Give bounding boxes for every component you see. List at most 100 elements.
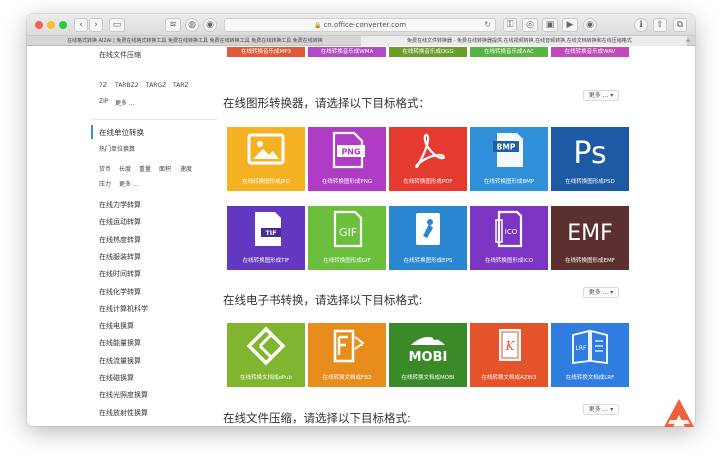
svg-text:Ps: Ps [573, 136, 606, 171]
sidebar-archive-targz[interactable]: TARGZ [146, 82, 166, 89]
svg-text:TIF: TIF [265, 229, 276, 237]
toolbar-ext-4[interactable]: ◉ [583, 18, 597, 32]
tif-convert-tile[interactable]: TIF 在线转换图形成TIF [227, 206, 305, 270]
mobi-ebook-tile[interactable]: MOBI 在线转换文档成MOBI [389, 323, 467, 387]
new-tab-icon[interactable]: + [685, 36, 691, 46]
reader-button[interactable]: ≋ [165, 18, 181, 32]
sidebar-archive-title[interactable]: 在线文件压缩 [99, 50, 141, 60]
tabs-overview-button[interactable]: ⧉ [673, 18, 687, 32]
audio-convert-tile[interactable]: 在线转换音乐成WAV [551, 47, 629, 57]
ico-file-icon: ICO [495, 210, 523, 248]
sidebar-category-item[interactable]: 在线流量换算 [99, 356, 141, 366]
audio-convert-tile[interactable]: 在线转换音乐成MP3 [227, 47, 305, 57]
sidebar-category-item[interactable]: 在线热度转算 [99, 235, 141, 245]
sidebar-toggle-button[interactable]: ▭ [109, 18, 125, 32]
sidebar-category-item[interactable]: 在线时间转算 [99, 269, 141, 279]
tile-caption: 在线转换文档成AZW3 [481, 375, 537, 381]
back-button[interactable]: ‹ [74, 18, 88, 32]
share-icon: ⇧ [656, 20, 664, 30]
eps-convert-tile[interactable]: 在线转换图形成EPS [389, 206, 467, 270]
globe-icon: ◍ [188, 20, 196, 30]
psd-convert-tile[interactable]: Ps 在线转换图形成PSD [551, 127, 629, 191]
audio-convert-tile[interactable]: 在线转换音乐成OGG [389, 47, 467, 57]
sidebar-category-item[interactable]: 在线能量换算 [99, 338, 141, 348]
close-window-button[interactable] [35, 21, 43, 29]
sidebar-category-item[interactable]: 在线磁换算 [99, 373, 134, 383]
toolbar-ext-1[interactable]: ◎ [522, 18, 538, 32]
audio-convert-tile[interactable]: 在线转换音乐成WMA [308, 47, 386, 57]
audio-convert-tile[interactable]: 在线转换音乐成AAC [470, 47, 548, 57]
info-button[interactable]: ℹ [634, 18, 648, 32]
image-more-button[interactable]: 更多 ... ▾ [583, 90, 619, 101]
sidebar-icon: ▭ [112, 20, 122, 30]
sidebar-category-item[interactable]: 在线光照度换算 [99, 390, 148, 400]
sidebar-unit-more[interactable]: 更多 ... [119, 179, 139, 188]
sidebar-category-item[interactable]: 在线电换算 [99, 321, 134, 331]
sidebar-category-item[interactable]: 在线计算机科学 [99, 304, 148, 314]
sidebar-archive-tarbz2[interactable]: TARBZ2 [115, 82, 139, 89]
azw3-ebook-tile[interactable]: K 在线转换文档成AZW3 [470, 323, 548, 387]
mobi-icon: MOBI [409, 336, 447, 365]
extension-button[interactable]: ◉ [203, 18, 217, 32]
lrf-ebook-tile[interactable]: LRF 在线转换文档成LRF [551, 323, 629, 387]
sidebar-unit-currency[interactable]: 货币 [99, 164, 111, 173]
toolbar-ext-2[interactable]: ▣ [542, 18, 558, 32]
sidebar-category-item[interactable]: 在线化学转算 [99, 287, 141, 297]
tab-1[interactable]: 在线格式转换 AI2AI | 免费在线格式转换工具 免费在线转换工具 免费在线转… [27, 36, 361, 46]
photoshop-icon: Ps [573, 136, 606, 171]
globe-button[interactable]: ◍ [185, 18, 199, 32]
archive-more-button[interactable]: 更多 ... ▾ [583, 404, 619, 415]
zoom-window-button[interactable] [59, 21, 67, 29]
tile-caption: 在线转换图形成TIF [242, 258, 290, 264]
acrobat-icon [415, 133, 445, 169]
sidebar-archive-zip[interactable]: ZIP [99, 98, 109, 105]
toolbar-ext-3[interactable]: ▶ [562, 18, 578, 32]
browser-toolbar: ‹ › ▭ ≋ ◍ ◉ 🔒 cn.office-converter.com ↻ ⚿… [27, 14, 695, 36]
sidebar-category-item[interactable]: 在线放射性换算 [99, 408, 148, 418]
tile-caption: 在线转换音乐成OGG [402, 49, 454, 55]
sidebar-unit-pressure[interactable]: 压力 [99, 179, 111, 188]
tab-2-title: 免费在线文件转换器 - 免费在线转换器提供,在线视频转换,在线音频转换,在线文档… [407, 38, 632, 44]
sidebar: 在线文件压缩 7Z TARBZ2 TARGZ TARZ ZIP 更多 ... 在… [91, 47, 217, 426]
ebook-more-button[interactable]: 更多 ... ▾ [583, 287, 619, 298]
target-icon: ◉ [586, 20, 594, 30]
fb2-ebook-tile[interactable]: 2 在线转换文档成FB2 [308, 323, 386, 387]
caret-down-icon: ▾ [610, 92, 614, 99]
address-bar[interactable]: 🔒 cn.office-converter.com ↻ [224, 18, 496, 32]
sidebar-unit-hot[interactable]: 热门单位换算 [99, 144, 135, 153]
sidebar-unit-length[interactable]: 长度 [119, 164, 131, 173]
sidebar-archive-7z[interactable]: 7Z [99, 82, 107, 89]
png-convert-tile[interactable]: PNG 在线转换图形成PNG [308, 127, 386, 191]
sidebar-unit-title[interactable]: 在线单位转换 [99, 127, 144, 138]
minimize-window-button[interactable] [47, 21, 55, 29]
tile-caption: 在线转换文档成LRF [565, 375, 615, 381]
sidebar-archive-more[interactable]: 更多 ... [115, 98, 135, 107]
sidebar-category-item[interactable]: 在线服装转算 [99, 252, 141, 262]
kindle-icon: K [499, 329, 521, 361]
key-icon: ⚿ [506, 20, 514, 30]
password-button[interactable]: ⚿ [503, 18, 517, 32]
tile-caption: 在线转换文档成ePub [239, 375, 293, 381]
archive-section-heading: 在线文件压缩，请选择以下目标格式: [223, 411, 411, 425]
sidebar-category-item[interactable]: 在线运动转算 [99, 217, 141, 227]
lock-icon: 🔒 [313, 22, 322, 29]
ico-convert-tile[interactable]: ICO 在线转换图形成ICO [470, 206, 548, 270]
sidebar-category-item[interactable]: 在线力学转算 [99, 200, 141, 210]
extension-icon: ◉ [206, 20, 214, 30]
pdf-convert-tile[interactable]: 在线转换图形成PDF [389, 127, 467, 191]
bmp-file-icon: BMP [493, 133, 523, 167]
reload-icon[interactable]: ↻ [484, 19, 491, 31]
forward-button[interactable]: › [89, 18, 103, 32]
bmp-convert-tile[interactable]: BMP 在线转换图形成BMP [470, 127, 548, 191]
jpg-convert-tile[interactable]: 在线转换图形成JPG [227, 127, 305, 191]
svg-text:ICO: ICO [505, 228, 518, 236]
epub-ebook-tile[interactable]: 在线转换文档成ePub [227, 323, 305, 387]
emf-convert-tile[interactable]: EMF 在线转换图形成EMF [551, 206, 629, 270]
sidebar-archive-tarz[interactable]: TARZ [173, 82, 189, 89]
tab-2[interactable]: 免费在线文件转换器 - 免费在线转换器提供,在线视频转换,在线音频转换,在线文档… [361, 36, 687, 46]
sidebar-unit-area[interactable]: 面积 [159, 164, 171, 173]
gif-convert-tile[interactable]: GIF 在线转换图形成GIF [308, 206, 386, 270]
sidebar-unit-speed[interactable]: 速度 [180, 164, 192, 173]
sidebar-unit-weight[interactable]: 重量 [139, 164, 151, 173]
share-button[interactable]: ⇧ [653, 18, 667, 32]
